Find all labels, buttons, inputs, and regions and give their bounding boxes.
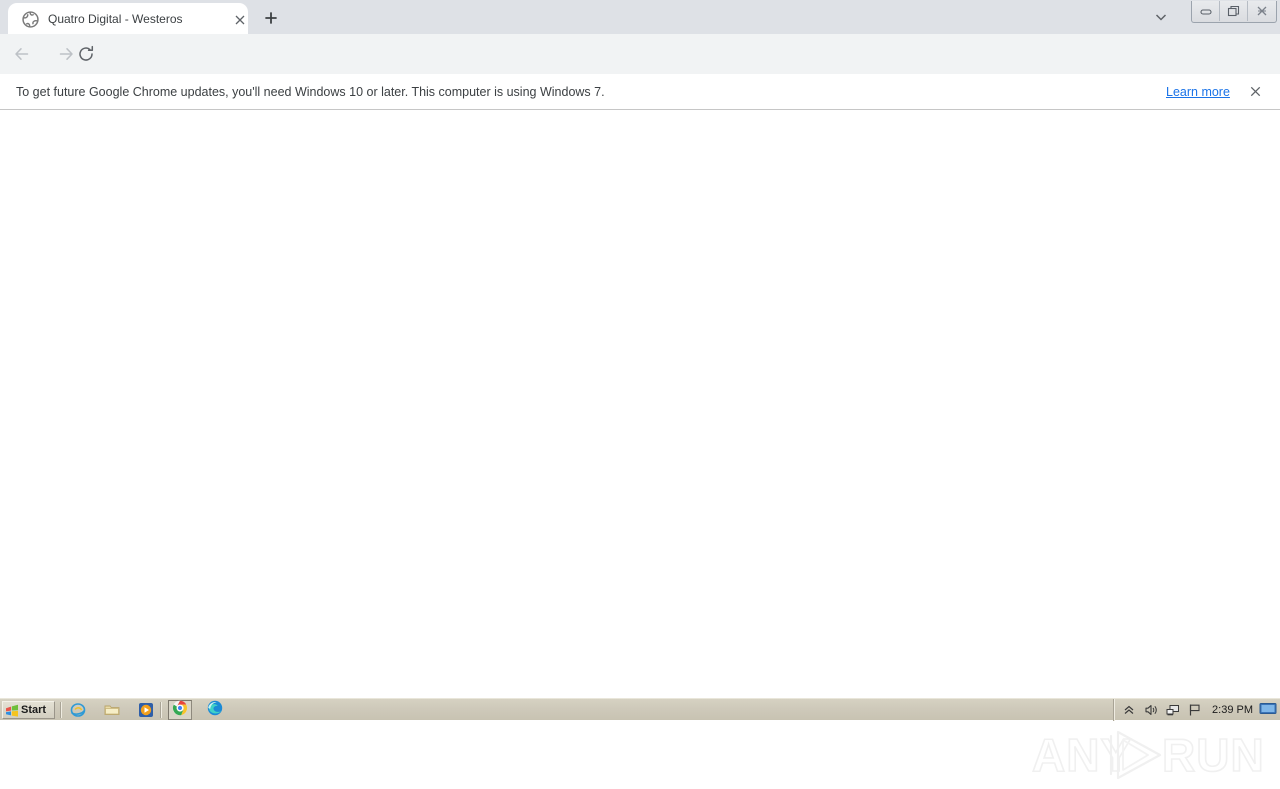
- window-controls: [1191, 1, 1277, 23]
- minimize-icon[interactable]: [1192, 1, 1220, 21]
- show-desktop-icon[interactable]: [1259, 702, 1277, 718]
- network-icon[interactable]: [1165, 702, 1181, 718]
- chrome-icon: [172, 700, 188, 721]
- action-flag-icon[interactable]: [1187, 702, 1203, 718]
- start-label: Start: [21, 704, 47, 716]
- windows-taskbar: Start 2:39 PM: [0, 698, 1280, 721]
- watermark-text-run: RUN: [1161, 729, 1265, 781]
- infobar-message: To get future Google Chrome updates, you…: [16, 85, 605, 99]
- globe-icon: [22, 11, 39, 28]
- taskbar-chrome-button[interactable]: [168, 700, 192, 720]
- tab-strip: Quatro Digital - Westeros: [0, 0, 1280, 34]
- back-button[interactable]: [10, 42, 34, 66]
- media-player-icon[interactable]: [138, 702, 154, 718]
- edge-icon: [207, 700, 223, 721]
- windows-flag-icon: [5, 704, 19, 718]
- internet-explorer-icon[interactable]: [70, 702, 86, 718]
- play-triangle-icon: [1108, 726, 1170, 789]
- reload-button[interactable]: [74, 42, 98, 66]
- infobar-close-icon[interactable]: [1248, 84, 1264, 100]
- task-area-separator: [160, 702, 162, 718]
- taskbar-edge-button[interactable]: [203, 700, 227, 720]
- file-explorer-icon[interactable]: [104, 702, 120, 718]
- browser-tab[interactable]: Quatro Digital - Westeros: [8, 3, 248, 34]
- tray-separator: [1113, 699, 1116, 721]
- anyrun-watermark: ANY RUN: [1030, 724, 1264, 789]
- tab-close-icon[interactable]: [232, 12, 248, 28]
- quick-launch-separator: [60, 702, 62, 718]
- show-hidden-icons-icon[interactable]: [1121, 702, 1137, 718]
- tab-title: Quatro Digital - Westeros: [48, 12, 183, 26]
- new-tab-button[interactable]: [259, 6, 283, 30]
- start-button[interactable]: Start: [2, 701, 55, 719]
- taskbar-clock[interactable]: 2:39 PM: [1206, 703, 1259, 717]
- browser-window: Quatro Digital - Westeros To get future …: [0, 0, 1280, 781]
- volume-icon[interactable]: [1143, 702, 1159, 718]
- learn-more-link[interactable]: Learn more: [1166, 84, 1230, 100]
- close-icon[interactable]: [1248, 1, 1276, 21]
- browser-toolbar: cdn.quatrodigital.com: [0, 34, 1280, 101]
- watermark-text-any: ANY: [1031, 729, 1133, 781]
- page-content-area: ANY RUN: [0, 111, 1280, 781]
- restore-icon[interactable]: [1220, 1, 1248, 21]
- tab-search-button[interactable]: [1149, 5, 1173, 29]
- chrome-update-infobar: To get future Google Chrome updates, you…: [0, 74, 1280, 110]
- system-tray: 2:39 PM: [1113, 699, 1280, 721]
